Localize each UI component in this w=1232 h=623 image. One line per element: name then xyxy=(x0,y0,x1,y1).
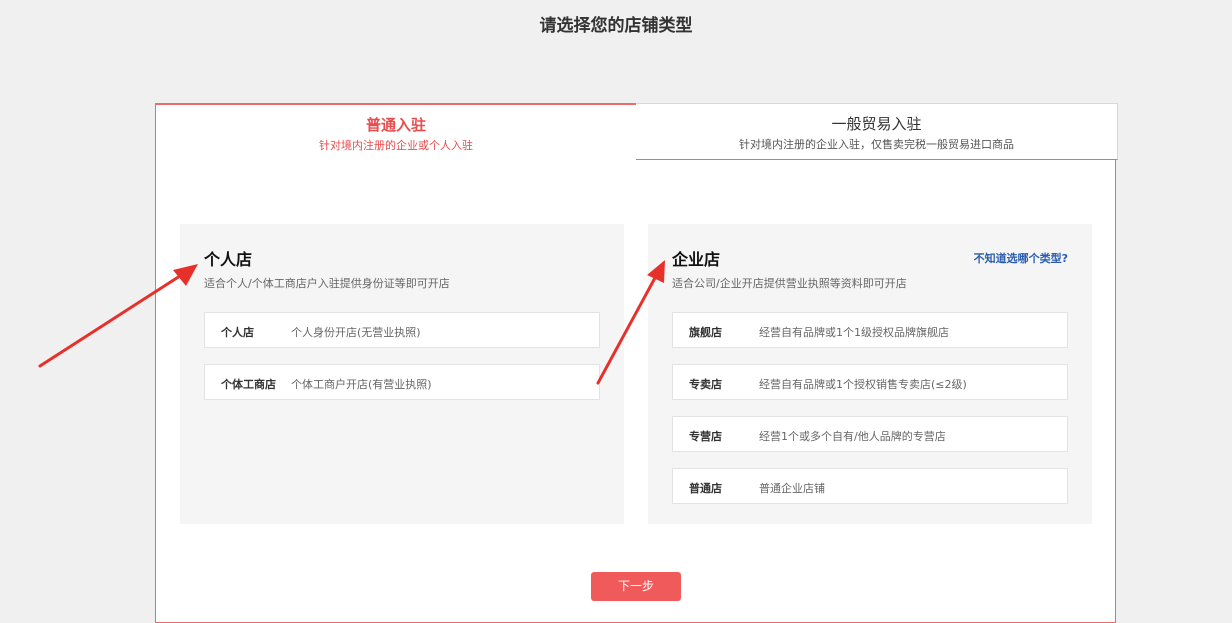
annotation-arrow-icon xyxy=(38,264,198,368)
annotation-arrows xyxy=(38,260,665,385)
annotation-arrow-icon xyxy=(596,260,665,385)
